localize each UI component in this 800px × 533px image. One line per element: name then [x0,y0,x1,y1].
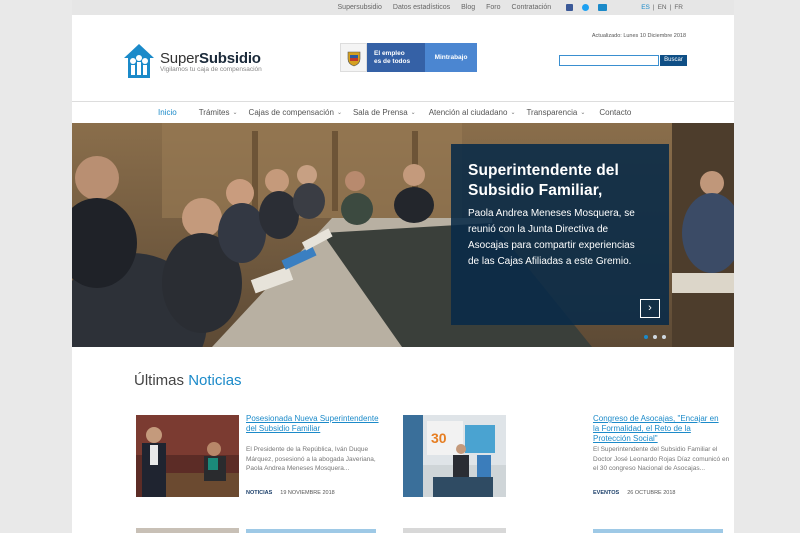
logo-wordmark[interactable]: SuperSubsidio [160,50,261,67]
chevron-down-icon: ⌄ [232,110,238,116]
top-link-foro[interactable]: Foro [486,4,500,11]
last-updated: Actualizado: Lunes 10 Diciembre 2018 [591,33,686,39]
logo-wordmark-light: Super [160,50,200,67]
news-date: 19 NOVIEMBRE 2018 [280,490,335,496]
news-title-partial [593,529,723,533]
news-title-partial [246,529,376,533]
gov-banner-slogan: El empleo es de todos [367,43,425,72]
nav-transparencia[interactable]: Transparencia ⌄ [526,108,585,117]
nav-cajas-de-compensacion[interactable]: Cajas de compensación ⌄ [249,108,342,117]
lang-es[interactable]: ES [641,4,650,11]
nav-label: Sala de Prensa [352,108,408,117]
top-link-contratacion[interactable]: Contratación [512,4,552,11]
top-utility-bar: Supersubsidio Datos estadísticos Blog Fo… [72,0,734,15]
hero-body-line: Asocajas para compartir experiencias [468,240,635,251]
colombia-seal-icon [340,43,367,72]
news-excerpt: El Presidente de la República, Iván Duqu… [246,446,376,472]
logo-icon[interactable] [122,42,156,80]
chevron-right-icon: › [648,302,652,314]
top-links: Supersubsidio Datos estadísticos Blog Fo… [338,0,734,15]
nav-contacto[interactable]: Contacto [599,108,631,117]
news-date: 26 OCTUBRE 2018 [627,490,676,496]
search-button[interactable]: Buscar [660,55,687,66]
hero-body-line: de las Cajas Afiliadas a este Gremio. [468,256,632,267]
news-title-link[interactable]: Congreso de Asocajas, "Encajar en la For… [593,414,723,444]
nav-label: Inicio [158,108,177,117]
nav-label: Trámites [198,108,230,117]
nav-sala-de-prensa[interactable]: Sala de Prensa ⌄ [353,108,416,117]
government-banner[interactable]: El empleo es de todos Mintrabajo [340,43,477,72]
news-image[interactable]: 30 [403,415,506,497]
top-link-supersubsidio[interactable]: Supersubsidio [338,4,382,11]
hero-slider: Superintendente del Subsidio Familiar, P… [72,123,734,347]
hero-body-line: reunió con la Junta Directiva de [468,224,609,235]
gov-banner-line1: El empleo [374,50,405,57]
youtube-icon[interactable] [598,4,608,11]
hero-title: Superintendente del Subsidio Familiar, [468,161,655,201]
gov-banner-line2: es de todos [374,58,411,65]
chevron-down-icon: ⌄ [410,110,416,116]
hero-body-line: Paola Andrea Meneses Mosquera, se [468,208,635,219]
chevron-down-icon: ⌄ [580,110,586,116]
hero-title-line: Subsidio Familiar, [468,182,603,199]
social-links [566,4,616,11]
news-category[interactable]: EVENTOS [593,490,619,496]
facebook-icon[interactable] [566,4,574,11]
news-excerpt: El Superintendente del Subsidio Familiar… [593,446,730,472]
nav-tramites[interactable]: Trámites ⌄ [199,108,238,117]
slider-next-button[interactable]: › [640,299,660,318]
news-category[interactable]: NOTICIAS [246,490,272,496]
nav-label: Atención al ciudadano [428,108,508,117]
page: Supersubsidio Datos estadísticos Blog Fo… [72,0,734,533]
slider-dot[interactable] [653,335,657,339]
nav-inicio[interactable]: Inicio [158,108,177,117]
top-link-blog[interactable]: Blog [461,4,475,11]
hero-body: Paola Andrea Meneses Mosquera, se reunió… [468,206,655,270]
nav-label: Transparencia [526,108,578,117]
nav-label: Contacto [599,108,632,117]
news-meta: NOTICIAS 19 NOVIEMBRE 2018 [246,490,335,496]
logo-tagline: Vigilamos tu caja de compensación [160,66,262,73]
chevron-down-icon: ⌄ [336,110,342,116]
hero-title-line: Superintendente del [468,162,619,179]
lang-fr[interactable]: FR [674,4,683,11]
section-title-accent: Noticias [188,372,242,389]
slider-dot[interactable] [662,335,666,339]
news-image-partial [136,528,239,533]
svg-text:30: 30 [431,430,447,446]
section-title-noticias: Últimas Noticias [134,372,242,389]
nav-label: Cajas de compensación [248,108,334,117]
chevron-down-icon: ⌄ [510,110,516,116]
language-switcher: ES | EN | FR [641,4,683,11]
hero-caption: Superintendente del Subsidio Familiar, P… [451,144,669,325]
main-nav: Inicio Trámites ⌄ Cajas de compensación ⌄ … [72,101,734,123]
nav-atencion-al-ciudadano[interactable]: Atención al ciudadano ⌄ [429,108,516,117]
news-meta: EVENTOS 26 OCTUBRE 2018 [593,490,676,496]
top-link-datos-estadisticos[interactable]: Datos estadísticos [393,4,450,11]
news-title-link[interactable]: Posesionada Nueva Superintendente del Su… [246,414,386,434]
logo-wordmark-bold: Subsidio [199,50,261,67]
slider-dot[interactable] [644,335,648,339]
news-image-partial [403,528,506,533]
news-image[interactable] [136,415,239,497]
section-title-plain: Últimas [134,372,185,389]
lang-en[interactable]: EN [658,4,667,11]
twitter-icon[interactable] [582,4,590,11]
slider-dots [644,335,671,339]
gov-banner-ministry: Mintrabajo [425,43,477,72]
search-input[interactable] [559,55,659,66]
